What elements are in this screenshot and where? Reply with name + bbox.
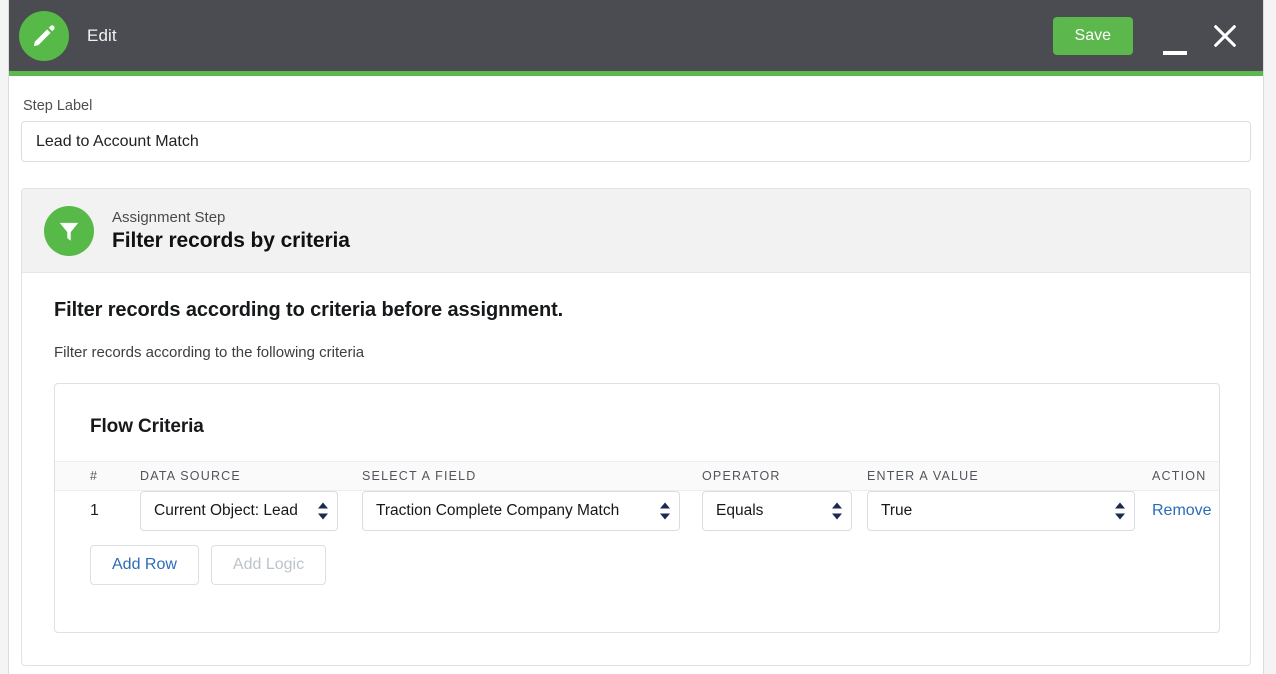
add-row-button[interactable]: Add Row <box>90 545 199 585</box>
section-title: Filter records according to criteria bef… <box>54 299 1220 322</box>
step-label-caption: Step Label <box>23 98 1251 114</box>
window-title: Edit <box>87 26 117 46</box>
row-number-cell: 1 <box>55 491 140 532</box>
stepper-arrows-icon[interactable] <box>1115 503 1125 520</box>
save-button[interactable]: Save <box>1053 17 1133 55</box>
column-header-value: ENTER A VALUE <box>867 462 1152 491</box>
section-subtitle: Filter records according to the followin… <box>54 344 1220 361</box>
pencil-icon <box>19 11 69 61</box>
flow-criteria-card: Flow Criteria # DATA SOURCE SELECT A FIE… <box>54 383 1220 633</box>
add-logic-button: Add Logic <box>211 545 326 585</box>
chevron-up-icon <box>1115 503 1125 509</box>
action-cell: Remove <box>1152 491 1219 532</box>
operator-select[interactable]: Equals <box>702 491 852 531</box>
step-card-header: Assignment Step Filter records by criter… <box>22 189 1250 273</box>
step-kicker: Assignment Step <box>112 208 350 227</box>
chevron-down-icon <box>660 514 670 520</box>
field-select[interactable]: Traction Complete Company Match <box>362 491 680 531</box>
minimize-icon[interactable] <box>1155 9 1195 63</box>
modal-header: Edit Save <box>9 0 1263 71</box>
step-label-input[interactable] <box>21 121 1251 162</box>
field-value: Traction Complete Company Match <box>363 502 679 520</box>
column-header-action: ACTION <box>1152 462 1219 491</box>
row-number: 1 <box>90 502 99 519</box>
step-card-body: Filter records according to criteria bef… <box>22 273 1250 633</box>
value-select[interactable]: True <box>867 491 1135 531</box>
criteria-table-body: 1 Current Object: Lead <box>55 491 1219 532</box>
criteria-header-row: # DATA SOURCE SELECT A FIELD OPERATOR EN… <box>55 462 1219 491</box>
chevron-up-icon <box>832 503 842 509</box>
column-header-field: SELECT A FIELD <box>362 462 702 491</box>
flow-criteria-title: Flow Criteria <box>55 384 1219 438</box>
chevron-up-icon <box>660 503 670 509</box>
close-icon[interactable] <box>1205 13 1245 59</box>
column-header-operator: OPERATOR <box>702 462 867 491</box>
operator-cell: Equals <box>702 491 867 532</box>
data-source-cell: Current Object: Lead <box>140 491 362 532</box>
chevron-down-icon <box>318 514 328 520</box>
value-cell: True <box>867 491 1152 532</box>
column-header-number: # <box>55 462 140 491</box>
data-source-select[interactable]: Current Object: Lead <box>140 491 338 531</box>
value-value: True <box>868 502 1134 520</box>
edit-modal: Edit Save Step Label <box>8 0 1264 674</box>
criteria-table: # DATA SOURCE SELECT A FIELD OPERATOR EN… <box>55 461 1219 531</box>
criteria-actions: Add Row Add Logic <box>55 531 1219 585</box>
operator-value: Equals <box>703 502 851 520</box>
chevron-down-icon <box>1115 514 1125 520</box>
stepper-arrows-icon[interactable] <box>660 503 670 520</box>
stepper-arrows-icon[interactable] <box>832 503 842 520</box>
table-row: 1 Current Object: Lead <box>55 491 1219 532</box>
step-card-header-text: Assignment Step Filter records by criter… <box>112 208 350 254</box>
column-header-data-source: DATA SOURCE <box>140 462 362 491</box>
data-source-value: Current Object: Lead <box>141 502 337 520</box>
page-background: Edit Save Step Label <box>0 0 1276 674</box>
funnel-icon <box>44 206 94 256</box>
stepper-arrows-icon[interactable] <box>318 503 328 520</box>
minimize-glyph <box>1163 51 1187 55</box>
step-name: Filter records by criteria <box>112 227 350 254</box>
field-cell: Traction Complete Company Match <box>362 491 702 532</box>
remove-row-link[interactable]: Remove <box>1152 502 1212 519</box>
chevron-up-icon <box>318 503 328 509</box>
assignment-step-card: Assignment Step Filter records by criter… <box>21 188 1251 666</box>
chevron-down-icon <box>832 514 842 520</box>
modal-body: Step Label Assignment Step Filter record… <box>9 76 1263 674</box>
criteria-table-head: # DATA SOURCE SELECT A FIELD OPERATOR EN… <box>55 462 1219 491</box>
